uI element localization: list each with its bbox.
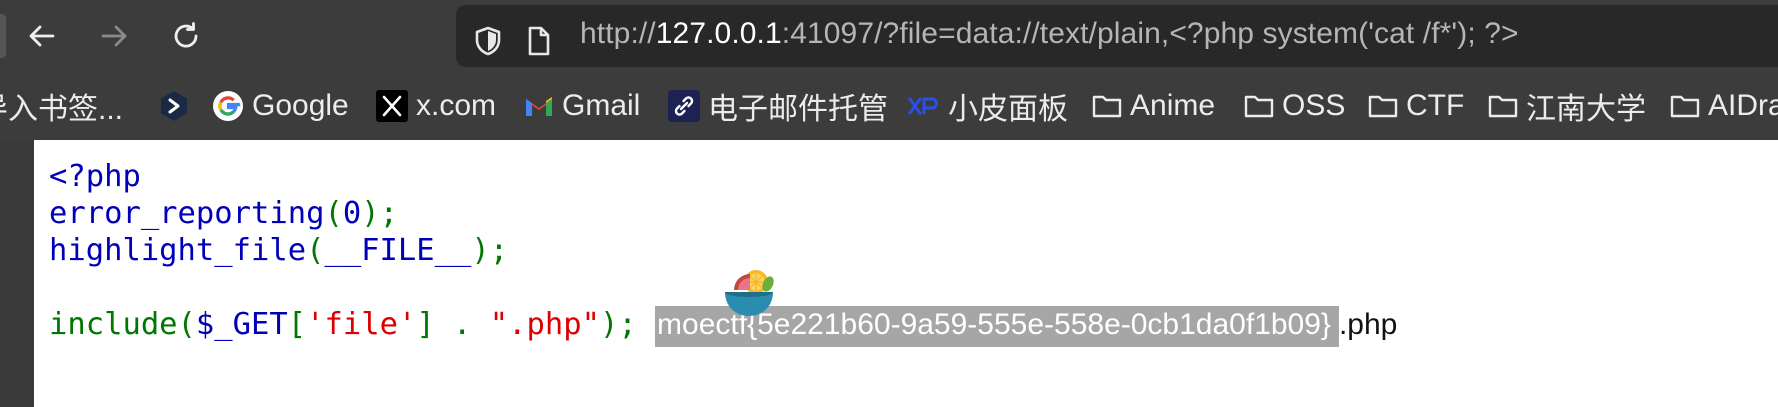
back-button[interactable] (20, 14, 64, 58)
code-punct: [ (287, 307, 307, 342)
url-rest: :41097/?file=data://text/plain,<?php sys… (781, 17, 1519, 50)
shield-icon[interactable] (473, 25, 503, 57)
app-icon (160, 90, 188, 122)
bookmark-import[interactable]: 导入书签... (0, 86, 123, 126)
bookmark-folder-oss[interactable]: OSS (1244, 86, 1345, 126)
bookmark-label: 导入书签... (0, 93, 124, 126)
back-arrow-icon (29, 25, 55, 47)
page-content: <?php error_reporting(0); highlight_file… (34, 140, 1778, 407)
url-prefix: http:// (580, 17, 656, 50)
code-arg: __FILE__ (324, 233, 472, 268)
code-line-2: error_reporting(0); (49, 195, 398, 233)
bookmark-label: AIDra (1708, 89, 1778, 122)
code-punct: ( (324, 196, 343, 231)
url-text[interactable]: http://127.0.0.1:41097/?file=data://text… (580, 17, 1519, 51)
folder-icon (1368, 93, 1398, 119)
php-open-tag: <?php (49, 159, 141, 194)
code-fn: error_reporting (49, 196, 325, 231)
folder-icon (1670, 93, 1700, 119)
gmail-icon (524, 94, 554, 118)
code-fn: include (49, 307, 178, 342)
forward-arrow-icon (101, 25, 127, 47)
code-line-3: highlight_file(__FILE__); (49, 232, 508, 270)
bookmark-label: 小皮面板 (948, 93, 1068, 126)
bookmarks-bar: 导入书签... Google x.c (0, 72, 1778, 140)
code-punct: ); (599, 307, 656, 342)
code-punct: ); (361, 196, 398, 231)
bookmark-email-hosting[interactable]: 电子邮件托管 (668, 86, 888, 126)
browser-toolbar: http://127.0.0.1:41097/?file=data://text… (0, 0, 1778, 72)
bookmark-label: x.com (416, 89, 497, 122)
bookmark-x[interactable]: x.com (376, 86, 496, 126)
bookmark-folder-jiangnan[interactable]: 江南大学 (1488, 86, 1646, 126)
bookmark-label: Google (252, 89, 349, 122)
reload-button[interactable] (164, 14, 208, 58)
output-suffix: .php (1338, 308, 1398, 341)
bookmark-label: CTF (1406, 89, 1465, 122)
reload-icon (174, 22, 198, 48)
code-string: 'file' (306, 307, 417, 342)
folder-icon (1092, 93, 1122, 119)
code-punct: ] . (416, 307, 490, 342)
code-var: $_GET (195, 307, 288, 342)
bookmark-folder-ctf[interactable]: CTF (1368, 86, 1464, 126)
code-punct: ); (471, 233, 509, 268)
xp-icon (908, 96, 940, 116)
code-punct: ( (177, 307, 196, 342)
code-string: ".php" (489, 307, 600, 342)
bookmark-label: OSS (1282, 89, 1346, 122)
bookmark-folder-aidra[interactable]: AIDra (1670, 86, 1778, 126)
forward-button[interactable] (92, 14, 136, 58)
code-fn: highlight_file (49, 233, 307, 268)
bookmark-google[interactable]: Google (212, 86, 349, 126)
folder-icon (1488, 93, 1518, 119)
link-icon (668, 90, 700, 122)
bookmark-label: Gmail (562, 89, 641, 122)
bookmark-label: 电子邮件托管 (708, 93, 888, 126)
fruit-bowl-icon[interactable] (720, 262, 778, 320)
code-arg: 0 (342, 196, 362, 231)
bookmark-label: 江南大学 (1526, 93, 1646, 126)
bookmark-gmail[interactable]: Gmail (524, 86, 640, 126)
google-icon (212, 90, 244, 122)
url-host: 127.0.0.1 (655, 17, 782, 50)
bookmark-app[interactable] (160, 86, 196, 126)
tab-edge (0, 14, 6, 58)
folder-icon (1244, 93, 1274, 119)
code-line-1: <?php (49, 158, 141, 196)
page-info-icon[interactable] (526, 25, 552, 57)
bookmark-folder-anime[interactable]: Anime (1092, 86, 1215, 126)
bookmark-label: Anime (1130, 89, 1216, 122)
x-icon (376, 90, 408, 122)
code-punct: ( (306, 233, 325, 268)
bookmark-xp-panel[interactable]: 小皮面板 (908, 86, 1068, 126)
